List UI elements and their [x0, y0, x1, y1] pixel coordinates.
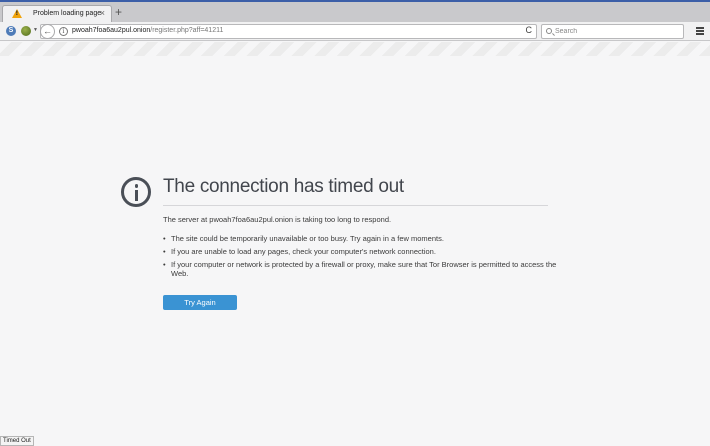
reload-button[interactable]: C — [526, 25, 533, 35]
try-again-button[interactable]: Try Again — [163, 295, 237, 310]
tab-strip: Problem loading page × + — [0, 0, 710, 24]
status-bar: Timed Out — [0, 436, 34, 446]
list-item: The site could be temporarily unavailabl… — [163, 234, 563, 243]
onion-icon[interactable]: S — [6, 26, 16, 36]
page-title: The connection has timed out — [163, 176, 404, 197]
url-host: pwoah7foa6au2pul.onion — [72, 27, 151, 34]
warning-icon — [12, 9, 22, 18]
url-bar[interactable]: ← i pwoah7foa6au2pul.onion/register.php?… — [40, 24, 537, 39]
back-button[interactable]: ← — [40, 24, 55, 39]
tab-title: Problem loading page — [33, 10, 102, 17]
striped-banner — [0, 42, 710, 56]
search-icon — [546, 28, 552, 34]
list-item: If your computer or network is protected… — [163, 260, 563, 278]
site-info-icon[interactable]: i — [59, 27, 68, 36]
search-input[interactable] — [555, 26, 680, 37]
info-circle-icon — [121, 177, 151, 207]
new-tab-button[interactable]: + — [115, 6, 122, 18]
title-divider — [163, 205, 548, 206]
url-text[interactable]: pwoah7foa6au2pul.onion/register.php?aff=… — [72, 27, 223, 34]
chevron-down-icon[interactable]: ▼ — [33, 27, 38, 33]
url-path: /register.php?aff=41211 — [150, 27, 224, 34]
list-item: If you are unable to load any pages, che… — [163, 247, 563, 256]
tab-close-icon[interactable]: × — [100, 8, 105, 18]
hamburger-menu-icon[interactable] — [696, 27, 704, 35]
search-bar[interactable] — [541, 24, 684, 39]
navigation-toolbar: S ▼ ← i pwoah7foa6au2pul.onion/register.… — [0, 22, 710, 41]
tor-button-icon[interactable] — [21, 26, 31, 36]
error-description: The server at pwoah7foa6au2pul.onion is … — [163, 215, 392, 224]
suggestion-list: The site could be temporarily unavailabl… — [163, 234, 563, 282]
